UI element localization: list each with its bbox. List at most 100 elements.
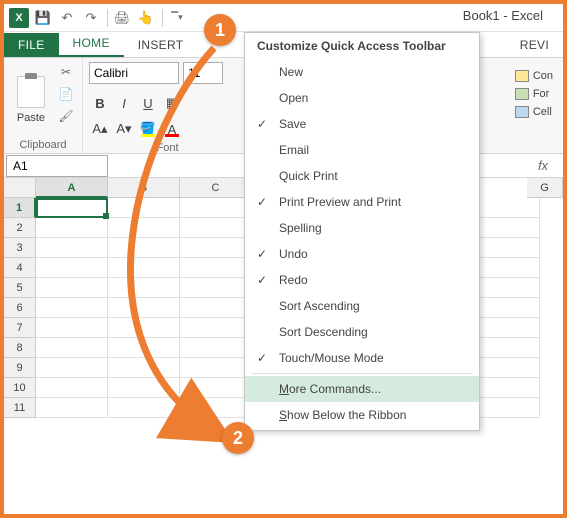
cell[interactable]	[108, 338, 180, 358]
row-header[interactable]: 2	[4, 218, 36, 238]
cell[interactable]	[108, 218, 180, 238]
cell[interactable]	[108, 378, 180, 398]
name-box[interactable]: A1	[6, 155, 108, 177]
cell-styles-button[interactable]: Cell	[511, 104, 557, 120]
redo-icon[interactable]: ↷	[80, 7, 102, 29]
menu-item-show-below-ribbon[interactable]: Show Below the Ribbon	[245, 402, 479, 428]
cell[interactable]	[36, 258, 108, 278]
select-all-corner[interactable]	[4, 178, 36, 198]
tab-file[interactable]: FILE	[4, 33, 59, 57]
cell[interactable]	[180, 298, 252, 318]
cell[interactable]	[180, 358, 252, 378]
cell[interactable]	[36, 298, 108, 318]
row-header[interactable]: 3	[4, 238, 36, 258]
menu-item[interactable]: Sort Ascending	[245, 293, 479, 319]
menu-item[interactable]: ✓Print Preview and Print	[245, 189, 479, 215]
shrink-font-button[interactable]: A▾	[113, 118, 135, 140]
callout-1: 1	[204, 14, 236, 46]
cell[interactable]	[36, 218, 108, 238]
cell[interactable]	[108, 358, 180, 378]
column-header-a[interactable]: A	[36, 178, 108, 198]
underline-button[interactable]: U	[137, 92, 159, 114]
row-header[interactable]: 5	[4, 278, 36, 298]
border-button[interactable]: ▦	[161, 92, 183, 114]
cell[interactable]	[36, 398, 108, 418]
print-preview-icon[interactable]: 🖨	[111, 7, 133, 29]
cell[interactable]	[36, 358, 108, 378]
menu-item[interactable]: ✓Touch/Mouse Mode	[245, 345, 479, 371]
cell[interactable]	[108, 238, 180, 258]
customize-qat-dropdown-icon[interactable]: ▔▾	[166, 7, 188, 29]
menu-item[interactable]: Open	[245, 85, 479, 111]
row-header[interactable]: 6	[4, 298, 36, 318]
cell[interactable]	[180, 238, 252, 258]
excel-logo: X	[8, 7, 30, 29]
touch-mode-icon[interactable]: 👆	[135, 7, 157, 29]
cell[interactable]	[36, 238, 108, 258]
row-header[interactable]: 10	[4, 378, 36, 398]
cell[interactable]	[36, 318, 108, 338]
cell[interactable]	[108, 258, 180, 278]
font-color-button[interactable]: A	[161, 118, 183, 140]
row-header[interactable]: 1	[4, 198, 36, 218]
menu-item[interactable]: Quick Print	[245, 163, 479, 189]
cell[interactable]	[180, 198, 252, 218]
cell[interactable]	[36, 278, 108, 298]
cell[interactable]	[180, 398, 252, 418]
cell[interactable]	[180, 378, 252, 398]
bold-button[interactable]: B	[89, 92, 111, 114]
cell[interactable]	[108, 198, 180, 218]
menu-item-label: Open	[279, 91, 308, 105]
tab-insert[interactable]: INSERT	[124, 33, 198, 57]
italic-button[interactable]: I	[113, 92, 135, 114]
cell[interactable]	[36, 198, 108, 218]
row-header[interactable]: 4	[4, 258, 36, 278]
format-as-table-button[interactable]: For	[511, 86, 557, 102]
menu-item[interactable]: Spelling	[245, 215, 479, 241]
column-header-b[interactable]: B	[108, 178, 180, 198]
menu-item[interactable]: ✓Redo	[245, 267, 479, 293]
menu-item[interactable]: ✓Undo	[245, 241, 479, 267]
fx-icon[interactable]: fx	[531, 158, 555, 173]
menu-item[interactable]: Sort Descending	[245, 319, 479, 345]
menu-title: Customize Quick Access Toolbar	[245, 33, 479, 59]
menu-item-label: Sort Ascending	[279, 299, 360, 313]
cell[interactable]	[108, 298, 180, 318]
menu-item[interactable]: New	[245, 59, 479, 85]
tab-review[interactable]: REVI	[506, 33, 563, 57]
font-size-input[interactable]	[183, 62, 223, 84]
menu-item[interactable]: Email	[245, 137, 479, 163]
row-header[interactable]: 8	[4, 338, 36, 358]
cell[interactable]	[108, 278, 180, 298]
undo-icon[interactable]: ↶	[56, 7, 78, 29]
row-header[interactable]: 11	[4, 398, 36, 418]
copy-icon[interactable]: 📄	[56, 84, 76, 104]
font-name-input[interactable]	[89, 62, 179, 84]
cell[interactable]	[108, 398, 180, 418]
paste-button[interactable]: Paste	[10, 62, 52, 137]
fill-color-button[interactable]: 🪣	[137, 118, 159, 140]
column-header-g[interactable]: G	[527, 178, 563, 198]
format-painter-icon[interactable]: 🖌	[56, 106, 76, 126]
menu-item-more-commands[interactable]: More Commands...	[245, 376, 479, 402]
cell[interactable]	[180, 258, 252, 278]
cell[interactable]	[36, 378, 108, 398]
cell[interactable]	[180, 338, 252, 358]
cell[interactable]	[180, 278, 252, 298]
cut-icon[interactable]: ✂	[56, 62, 76, 82]
column-header-c[interactable]: C	[180, 178, 252, 198]
grow-font-button[interactable]: A▴	[89, 118, 111, 140]
conditional-formatting-button[interactable]: Con	[511, 68, 557, 84]
cell[interactable]	[180, 218, 252, 238]
cell[interactable]	[180, 318, 252, 338]
row-header[interactable]: 7	[4, 318, 36, 338]
check-icon: ✓	[245, 195, 279, 209]
cell[interactable]	[36, 338, 108, 358]
menu-item-label: Email	[279, 143, 309, 157]
cell[interactable]	[108, 318, 180, 338]
save-icon[interactable]: 💾	[32, 7, 54, 29]
menu-item-label: Quick Print	[279, 169, 338, 183]
row-header[interactable]: 9	[4, 358, 36, 378]
menu-item[interactable]: ✓Save	[245, 111, 479, 137]
tab-home[interactable]: HOME	[59, 31, 124, 57]
